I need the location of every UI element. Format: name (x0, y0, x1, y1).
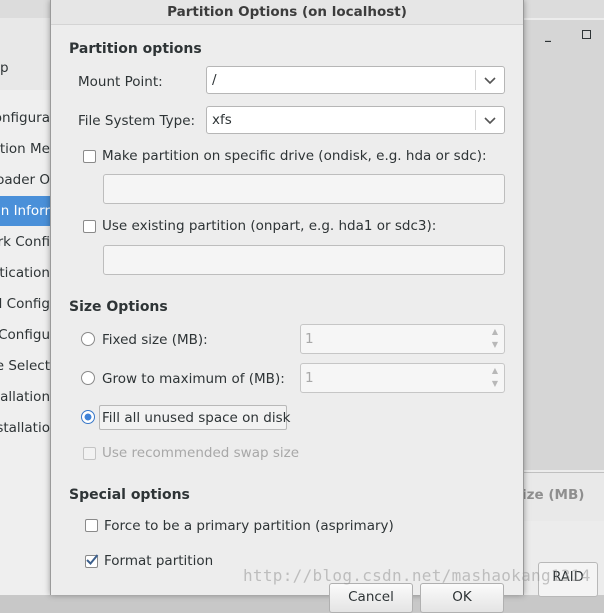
sidebar-item[interactable]: onfigura (0, 103, 52, 133)
watermark-text: http://blog.csdn.net/mashaokang1314 (243, 566, 591, 585)
sidebar-item-label: rk Confi (0, 234, 50, 250)
sidebar-item[interactable]: oader O (0, 165, 52, 195)
partition-options-dialog: Partition Options (on localhost) Partiti… (50, 0, 524, 613)
cancel-button[interactable]: Cancel (329, 583, 413, 613)
grow-max-radio[interactable] (81, 371, 95, 385)
sidebar-item-label: e Select (0, 358, 50, 374)
sidebar-item-label: ll Config (0, 296, 50, 312)
sidebar-item[interactable]: rk Confi (0, 227, 52, 257)
chevron-down-icon[interactable] (482, 75, 498, 87)
combo-divider (475, 70, 476, 90)
spin-up-icon[interactable]: ▲ (490, 327, 500, 337)
fs-type-value[interactable]: xfs (212, 112, 232, 128)
sidebar-item[interactable]: on Inforr (0, 196, 52, 226)
mount-point-value[interactable]: / (212, 72, 217, 88)
sidebar-item[interactable]: e Select (0, 351, 52, 381)
fs-type-label: File System Type: (78, 113, 196, 129)
fill-space-label[interactable]: Fill all unused space on disk (102, 410, 290, 426)
ondisk-checkbox[interactable] (83, 150, 96, 163)
fs-type-combo[interactable]: xfs (206, 106, 505, 134)
sidebar-item-label: oader O (0, 172, 50, 188)
sidebar-item-label: on Inforr (0, 203, 50, 219)
fixed-size-radio[interactable] (81, 332, 95, 346)
onpart-field[interactable] (103, 245, 505, 275)
sidebar-item-label: tication (0, 265, 50, 281)
format-label[interactable]: Format partition (104, 553, 213, 569)
ondisk-label[interactable]: Make partition on specific drive (ondisk… (102, 148, 487, 164)
spin-up-icon[interactable]: ▲ (490, 366, 500, 376)
background-sidebar: onfigura ation Me oader O on Inforr rk Confi… (0, 90, 52, 595)
special-options-heading: Special options (69, 487, 190, 503)
grow-max-value[interactable]: 1 (305, 370, 314, 386)
asprimary-label[interactable]: Force to be a primary partition (asprima… (104, 518, 394, 534)
sidebar-item[interactable]: tication (0, 258, 52, 288)
asprimary-checkbox[interactable] (85, 519, 98, 532)
sidebar-item-label: onfigura (0, 110, 50, 126)
mount-point-combo[interactable]: / (206, 66, 505, 94)
minimize-button[interactable]: _ (545, 28, 551, 42)
ondisk-field[interactable] (103, 174, 505, 204)
spin-down-icon[interactable]: ▼ (490, 340, 500, 350)
dialog-title: Partition Options (on localhost) (51, 0, 523, 25)
onpart-checkbox[interactable] (83, 220, 96, 233)
chevron-down-icon[interactable] (482, 115, 498, 127)
combo-divider (475, 110, 476, 130)
onpart-label[interactable]: Use existing partition (onpart, e.g. hda… (102, 218, 436, 234)
grow-max-spinner[interactable]: 1 ▲ ▼ (300, 363, 505, 393)
sidebar-item-label: stallatio (0, 420, 50, 436)
background-right-area (522, 20, 604, 470)
sidebar-item[interactable]: r Configu (0, 320, 52, 350)
sidebar-item[interactable]: stallation (0, 382, 52, 412)
swap-size-checkbox[interactable] (83, 447, 96, 460)
sidebar-item[interactable]: stallatio (0, 413, 52, 443)
fixed-size-label[interactable]: Fixed size (MB): (102, 332, 208, 348)
partition-options-heading: Partition options (69, 41, 202, 57)
size-column-header: ize (MB) (522, 472, 604, 521)
sidebar-item[interactable]: ll Config (0, 289, 52, 319)
fixed-size-value[interactable]: 1 (305, 331, 314, 347)
format-checkbox[interactable] (85, 554, 99, 568)
background-header-fragment: p (0, 60, 9, 76)
sidebar-item[interactable]: ation Me (0, 134, 52, 164)
grow-max-label[interactable]: Grow to maximum of (MB): (102, 371, 285, 387)
spin-down-icon[interactable]: ▼ (490, 379, 500, 389)
ok-button[interactable]: OK (420, 583, 504, 613)
sidebar-item-label: stallation (0, 389, 50, 405)
maximize-button[interactable] (582, 30, 591, 39)
checkmark-icon (86, 554, 99, 565)
fixed-size-spinner[interactable]: 1 ▲ ▼ (300, 324, 505, 354)
size-column-label: ize (MB) (522, 487, 585, 503)
mount-point-label: Mount Point: (78, 74, 163, 90)
swap-size-label: Use recommended swap size (102, 445, 300, 461)
fill-space-radio[interactable] (81, 410, 95, 424)
size-options-heading: Size Options (69, 299, 168, 315)
sidebar-item-label: r Configu (0, 327, 50, 343)
sidebar-item-label: ation Me (0, 141, 50, 157)
